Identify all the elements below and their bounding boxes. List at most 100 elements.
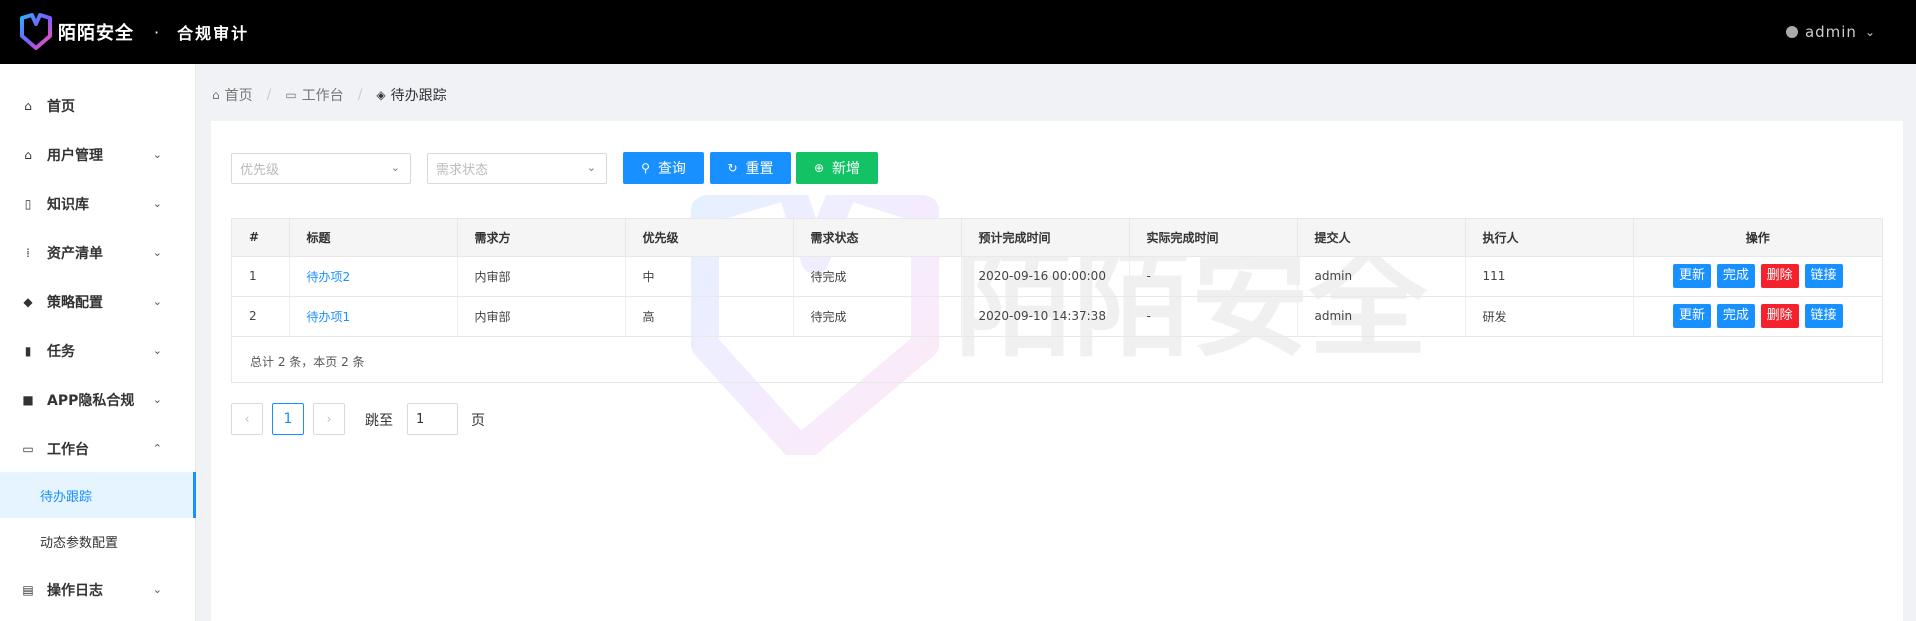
column-header: # — [232, 219, 290, 257]
query-button[interactable]: ⚲ 查询 — [623, 152, 704, 184]
add-button[interactable]: ⊕ 新增 — [796, 152, 878, 184]
link-button[interactable]: 链接 — [1804, 304, 1843, 328]
breadcrumb-current: 待办跟踪 — [390, 88, 447, 104]
row-status: 待完成 — [793, 256, 962, 297]
page-1-button[interactable]: 1 — [272, 403, 304, 435]
search-icon: ⚲ — [641, 161, 650, 175]
breadcrumb-home[interactable]: 首页 — [225, 85, 253, 105]
next-page-button[interactable]: › — [313, 403, 345, 435]
home-icon: ⌂ — [24, 98, 32, 113]
row-actions: 更新 完成 删除 链接 — [1633, 256, 1882, 297]
row-title-link[interactable]: 待办项2 — [307, 270, 351, 284]
row-title-link[interactable]: 待办项1 — [307, 310, 351, 324]
row-executor: 研发 — [1465, 296, 1634, 337]
logo[interactable]: 陌陌安全 — [18, 12, 134, 52]
row-priority: 中 — [625, 256, 794, 297]
sidebar-item-policy[interactable]: ◆ 策略配置 ⌄ — [0, 277, 196, 326]
brand-name: 陌陌安全 — [58, 23, 134, 44]
sidebar-item-label: APP隐私合规 — [47, 392, 135, 409]
row-actual-time: - — [1129, 296, 1298, 337]
delete-button[interactable]: 删除 — [1760, 264, 1799, 288]
plus-circle-icon: ⊕ — [813, 161, 825, 175]
chevron-down-icon: ⌄ — [586, 161, 596, 174]
sidebar-subitem-todo-tracking[interactable]: 待办跟踪 — [0, 472, 196, 518]
column-header: 需求方 — [457, 219, 626, 257]
sidebar-item-label: 首页 — [47, 98, 75, 115]
user-menu[interactable]: admin ⌄ — [1785, 0, 1876, 64]
row-actions: 更新 完成 删除 链接 — [1633, 296, 1882, 337]
row-requester: 内审部 — [457, 256, 626, 297]
jump-page-input[interactable]: 1 — [407, 403, 458, 435]
refresh-icon: ↻ — [727, 161, 738, 175]
column-header: 执行人 — [1465, 219, 1634, 257]
priority-select[interactable]: 优先级 ⌄ — [231, 153, 411, 184]
breadcrumb-separator: / — [266, 87, 272, 103]
sidebar-subitem-label: 待办跟踪 — [40, 489, 93, 505]
sidebar-subitem-dynamic-params[interactable]: 动态参数配置 — [0, 518, 196, 564]
prev-page-button[interactable]: ‹ — [231, 403, 263, 435]
user-icon — [1785, 26, 1798, 38]
status-placeholder: 需求状态 — [436, 163, 489, 178]
box-icon: ◆ — [23, 294, 33, 309]
desktop-icon: ▭ — [22, 441, 34, 456]
breadcrumb-separator: / — [357, 87, 363, 103]
page-unit-label: 页 — [471, 413, 485, 429]
sidebar: ⌂ 首页 ⌂ 用户管理 ⌄ ▯ 知识库 ⌄ ⁞ 资产清单 ⌄ ◆ 策略配置 ⌄ … — [0, 64, 196, 621]
username: admin — [1804, 23, 1857, 41]
column-header: 预计完成时间 — [961, 219, 1130, 257]
breadcrumb-workbench[interactable]: 工作台 — [302, 85, 344, 105]
sidebar-item-tasks[interactable]: ▮ 任务 ⌄ — [0, 326, 196, 375]
app-title: 合规审计 — [177, 24, 250, 43]
row-expected-time: 2020-09-16 00:00:00 — [961, 256, 1130, 297]
book-icon: ▯ — [24, 196, 32, 211]
reset-button[interactable]: ↻ 重置 — [710, 152, 791, 184]
update-button[interactable]: 更新 — [1672, 304, 1711, 328]
title-separator: · — [154, 22, 160, 42]
add-label: 新增 — [832, 161, 861, 177]
link-button[interactable]: 链接 — [1804, 264, 1843, 288]
briefcase-icon: ■ — [22, 392, 34, 407]
bar-chart-icon: ▮ — [24, 343, 32, 358]
home-icon: ⌂ — [24, 147, 32, 162]
sidebar-item-home[interactable]: ⌂ 首页 — [0, 81, 196, 130]
update-button[interactable]: 更新 — [1672, 264, 1711, 288]
sidebar-item-label: 策略配置 — [47, 294, 103, 311]
sidebar-item-label: 任务 — [47, 343, 75, 360]
chevron-down-icon: ⌄ — [152, 393, 162, 406]
sidebar-subitem-label: 动态参数配置 — [40, 535, 119, 551]
table-row: 1 待办项2 内审部 中 待完成 2020-09-16 00:00:00 - a… — [232, 256, 1882, 297]
chevron-down-icon: ⌄ — [152, 148, 162, 161]
chevron-down-icon: ⌄ — [390, 161, 400, 174]
chevron-down-icon: ⌄ — [152, 583, 162, 596]
sidebar-item-knowledge-base[interactable]: ▯ 知识库 ⌄ — [0, 179, 196, 228]
chevron-down-icon: ⌄ — [152, 295, 162, 308]
column-header: 操作 — [1633, 219, 1882, 257]
row-number: 2 — [232, 296, 290, 337]
layers-icon: ◈ — [376, 88, 386, 102]
row-status: 待完成 — [793, 296, 962, 337]
sidebar-item-label: 用户管理 — [47, 147, 103, 164]
column-header: 标题 — [289, 219, 458, 257]
status-select[interactable]: 需求状态 ⌄ — [427, 153, 607, 184]
column-header: 提交人 — [1297, 219, 1466, 257]
sidebar-item-label: 工作台 — [47, 441, 89, 458]
todo-table: # 标题 需求方 优先级 需求状态 预计完成时间 实际完成时间 提交人 执行人 … — [231, 218, 1883, 383]
complete-button[interactable]: 完成 — [1716, 264, 1755, 288]
priority-placeholder: 优先级 — [240, 163, 280, 178]
delete-button[interactable]: 删除 — [1760, 304, 1799, 328]
sidebar-item-assets[interactable]: ⁞ 资产清单 ⌄ — [0, 228, 196, 277]
row-actual-time: - — [1129, 256, 1298, 297]
row-submitter: admin — [1297, 296, 1466, 337]
sidebar-item-user-management[interactable]: ⌂ 用户管理 ⌄ — [0, 130, 196, 179]
home-icon: ⌂ — [212, 88, 220, 102]
sidebar-item-operation-log[interactable]: ▤ 操作日志 ⌄ — [0, 565, 196, 614]
chevron-down-icon: ⌄ — [152, 197, 162, 210]
complete-button[interactable]: 完成 — [1716, 304, 1755, 328]
sidebar-item-workbench[interactable]: ▭ 工作台 ⌃ — [0, 424, 196, 473]
table-total-text: 总计 2 条，本页 2 条 — [250, 355, 365, 369]
chevron-down-icon: ⌄ — [1864, 25, 1876, 39]
shield-logo-icon — [20, 13, 52, 50]
row-expected-time: 2020-09-10 14:37:38 — [961, 296, 1130, 337]
sidebar-item-app-privacy[interactable]: ■ APP隐私合规 ⌄ — [0, 375, 196, 424]
sidebar-item-label: 知识库 — [47, 196, 89, 213]
